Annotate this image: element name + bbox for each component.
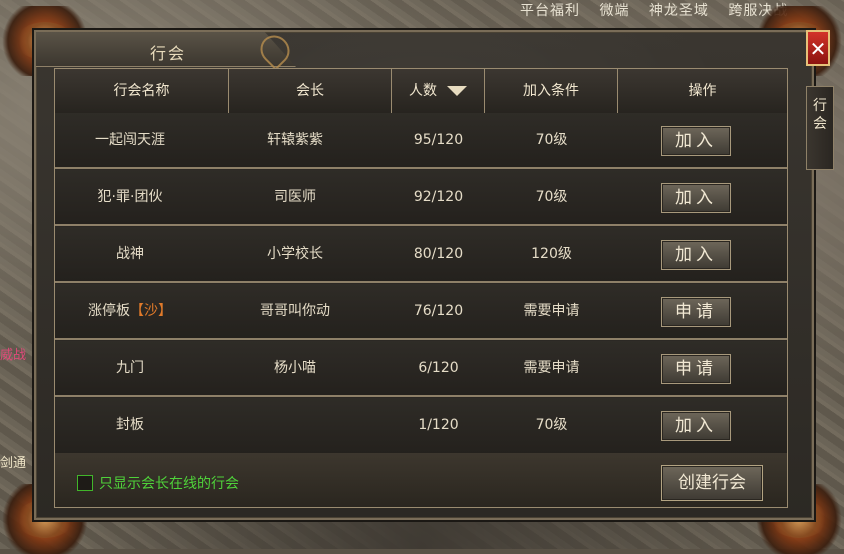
window-title: 行会 bbox=[150, 44, 187, 63]
cell-guild-name: 涨停板【沙】 bbox=[55, 284, 205, 338]
apply-button[interactable]: 申请 bbox=[661, 354, 731, 384]
header-leader[interactable]: 会长 bbox=[229, 69, 392, 113]
join-button[interactable]: 加入 bbox=[661, 126, 731, 156]
cell-leader: 小学校长 bbox=[267, 246, 323, 262]
cell-members: 80/120 bbox=[413, 246, 464, 262]
cell-leader: 杨小喵 bbox=[274, 360, 316, 376]
cell-condition: 120级 bbox=[531, 246, 572, 262]
apply-button[interactable]: 申请 bbox=[661, 297, 731, 327]
cell-members: 6/120 bbox=[418, 360, 459, 376]
cell-members: 92/120 bbox=[413, 189, 464, 205]
header-join-condition[interactable]: 加入条件 bbox=[485, 69, 618, 113]
cell-members: 1/120 bbox=[418, 417, 459, 433]
cell-guild-name: 犯·罪·团伙 bbox=[97, 189, 163, 205]
guild-tag: 【沙】 bbox=[130, 303, 172, 319]
header-members-label: 人数 bbox=[409, 83, 437, 99]
cell-condition: 70级 bbox=[535, 417, 568, 433]
create-guild-button[interactable]: 创建行会 bbox=[661, 465, 763, 501]
table-header: 行会名称 会长 人数 加入条件 操作 bbox=[55, 69, 787, 115]
cell-condition: 需要申请 bbox=[523, 303, 580, 319]
cell-leader: 哥哥叫你动 bbox=[260, 303, 330, 319]
table-row[interactable]: 涨停板【沙】 哥哥叫你动 76/120 需要申请 申请 bbox=[55, 284, 787, 340]
cell-leader: 轩辕紫紫 bbox=[267, 132, 323, 148]
join-button[interactable]: 加入 bbox=[661, 240, 731, 270]
cell-condition: 70级 bbox=[535, 132, 568, 148]
cell-leader bbox=[229, 398, 361, 452]
join-button[interactable]: 加入 bbox=[661, 183, 731, 213]
cell-condition: 70级 bbox=[535, 189, 568, 205]
sort-down-icon[interactable] bbox=[447, 86, 467, 96]
table-row[interactable]: 战神 小学校长 80/120 120级 加入 bbox=[55, 227, 787, 283]
header-guild-name[interactable]: 行会名称 bbox=[55, 69, 229, 113]
top-link-welfare[interactable]: 平台福利 bbox=[520, 3, 580, 19]
top-link-dragon-realm[interactable]: 神龙圣域 bbox=[649, 3, 709, 19]
cell-condition: 需要申请 bbox=[523, 360, 580, 376]
top-link-microclient[interactable]: 微端 bbox=[599, 3, 629, 19]
table-row[interactable]: 九门 杨小喵 6/120 需要申请 申请 bbox=[55, 341, 787, 397]
side-tab-guild[interactable]: 行会 bbox=[806, 86, 834, 170]
table-row[interactable]: 封板 1/120 70级 加入 bbox=[55, 398, 787, 454]
online-leader-filter-checkbox[interactable] bbox=[77, 475, 93, 491]
table-footer: 只显示会长在线的行会 创建行会 bbox=[55, 453, 787, 507]
table-row[interactable]: 犯·罪·团伙 司医师 92/120 70级 加入 bbox=[55, 170, 787, 226]
guild-name-text: 涨停板 bbox=[88, 303, 130, 319]
cell-guild-name: 一起闯天涯 bbox=[95, 132, 165, 148]
online-leader-filter-label[interactable]: 只显示会长在线的行会 bbox=[99, 473, 239, 493]
cell-members: 76/120 bbox=[413, 303, 464, 319]
header-members[interactable]: 人数 bbox=[392, 69, 485, 113]
table-row[interactable]: 一起闯天涯 轩辕紫紫 95/120 70级 加入 bbox=[55, 113, 787, 169]
cell-guild-name: 战神 bbox=[116, 246, 144, 262]
cell-guild-name: 封板 bbox=[116, 417, 144, 433]
cell-members: 95/120 bbox=[413, 132, 464, 148]
guild-table: 行会名称 会长 人数 加入条件 操作 一起闯天涯 轩辕紫紫 95/120 70级… bbox=[54, 68, 788, 508]
join-button[interactable]: 加入 bbox=[661, 411, 731, 441]
cell-leader: 司医师 bbox=[274, 189, 316, 205]
header-action: 操作 bbox=[688, 83, 717, 99]
world-label-2: 剑通 bbox=[0, 456, 27, 471]
world-label-1: 威战 bbox=[0, 348, 27, 363]
close-button[interactable]: ✕ bbox=[806, 30, 830, 66]
cell-guild-name: 九门 bbox=[116, 360, 144, 376]
